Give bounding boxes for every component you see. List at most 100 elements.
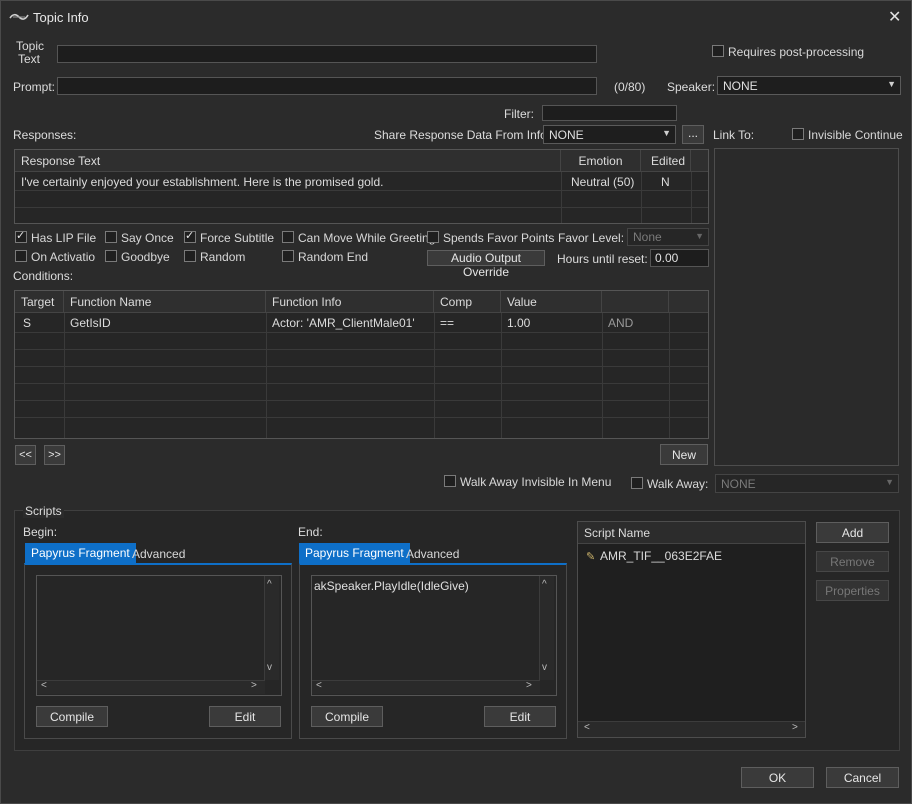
prompt-input[interactable] bbox=[57, 77, 597, 95]
column-header-function-name[interactable]: Function Name bbox=[64, 291, 266, 313]
condition-comp-cell[interactable]: == bbox=[434, 315, 454, 332]
condition-function-name-cell[interactable]: GetIsID bbox=[64, 315, 111, 332]
column-header-value[interactable]: Value bbox=[501, 291, 602, 313]
conditions-grid[interactable]: Target Function Name Function Info Comp … bbox=[14, 290, 709, 439]
add-script-button[interactable]: Add bbox=[816, 522, 889, 543]
checkbox-label: Spends Favor Points bbox=[443, 231, 555, 245]
ok-button[interactable]: OK bbox=[741, 767, 814, 788]
end-compile-button[interactable]: Compile bbox=[311, 706, 383, 727]
begin-code-editor[interactable] bbox=[36, 575, 282, 696]
scroll-right-icon[interactable]: > bbox=[526, 680, 532, 691]
script-name: AMR_TIF__063E2FAE bbox=[600, 549, 723, 563]
checkbox-box[interactable] bbox=[184, 229, 196, 243]
end-tab-advanced[interactable]: Advanced bbox=[400, 544, 465, 564]
column-header-andor[interactable] bbox=[602, 291, 669, 313]
goodbye-checkbox[interactable]: Goodbye bbox=[105, 250, 170, 264]
say-once-checkbox[interactable]: Say Once bbox=[105, 231, 174, 245]
checkbox-box[interactable] bbox=[427, 231, 439, 243]
script-list[interactable]: Script Name ✎ AMR_TIF__063E2FAE < > bbox=[577, 521, 806, 738]
scroll-right-icon[interactable]: > bbox=[251, 680, 257, 691]
scroll-down-icon[interactable]: v bbox=[267, 662, 272, 673]
walk-away-select[interactable]: NONE ▼ bbox=[715, 474, 899, 493]
cancel-button[interactable]: Cancel bbox=[826, 767, 899, 788]
random-checkbox[interactable]: Random bbox=[184, 250, 245, 264]
scroll-down-icon[interactable]: v bbox=[542, 662, 547, 673]
column-header-target[interactable]: Target bbox=[15, 291, 64, 313]
column-header-comp[interactable]: Comp bbox=[434, 291, 501, 313]
invisible-continue-checkbox[interactable]: Invisible Continue bbox=[792, 128, 903, 142]
end-edit-button[interactable]: Edit bbox=[484, 706, 556, 727]
condition-function-info-cell[interactable]: Actor: 'AMR_ClientMale01' bbox=[266, 315, 415, 332]
favor-level-select[interactable]: None ▼ bbox=[627, 228, 709, 246]
responses-grid[interactable]: Response Text Emotion Edited I've certai… bbox=[14, 149, 709, 224]
filter-input[interactable] bbox=[542, 105, 677, 121]
column-header-script-name[interactable]: Script Name bbox=[578, 522, 805, 544]
checkbox-box[interactable] bbox=[15, 229, 27, 243]
walk-away-checkbox[interactable]: Walk Away: bbox=[631, 477, 708, 491]
checkbox-label: Force Subtitle bbox=[200, 231, 275, 245]
checkbox-label: Has LIP File bbox=[31, 231, 97, 245]
audio-output-override-button[interactable]: Audio Output Override bbox=[427, 250, 545, 279]
prev-button[interactable]: << bbox=[15, 445, 36, 465]
end-tab-papyrus-fragment[interactable]: Papyrus Fragment bbox=[299, 543, 410, 563]
checkbox-box[interactable] bbox=[282, 250, 294, 262]
condition-value-cell[interactable]: 1.00 bbox=[501, 315, 530, 332]
force-subtitle-checkbox[interactable]: Force Subtitle bbox=[184, 229, 275, 245]
responses-label: Responses: bbox=[13, 128, 77, 142]
new-condition-button[interactable]: New bbox=[660, 444, 708, 465]
column-header-response-text[interactable]: Response Text bbox=[15, 150, 561, 172]
scroll-left-icon[interactable]: < bbox=[316, 680, 322, 691]
speaker-select[interactable]: NONE ▼ bbox=[717, 76, 901, 95]
condition-andor-cell[interactable]: AND bbox=[602, 315, 633, 332]
script-list-horizontal-scrollbar[interactable] bbox=[578, 721, 805, 737]
begin-edit-button[interactable]: Edit bbox=[209, 706, 281, 727]
checkbox-box[interactable] bbox=[105, 231, 117, 243]
requires-post-processing-checkbox[interactable]: Requires post-processing bbox=[712, 45, 864, 59]
speaker-label: Speaker: bbox=[667, 80, 716, 94]
checkbox-box[interactable] bbox=[792, 128, 804, 140]
column-header-edited[interactable]: Edited bbox=[641, 150, 691, 172]
filter-label: Filter: bbox=[504, 107, 534, 121]
end-code-text: akSpeaker.PlayIdle(IdleGive) bbox=[314, 579, 469, 593]
has-lip-file-checkbox[interactable]: Has LIP File bbox=[15, 229, 97, 245]
checkbox-box[interactable] bbox=[444, 475, 456, 487]
column-header-function-info[interactable]: Function Info bbox=[266, 291, 434, 313]
checkbox-box[interactable] bbox=[712, 45, 724, 57]
begin-compile-button[interactable]: Compile bbox=[36, 706, 108, 727]
end-code-editor[interactable]: akSpeaker.PlayIdle(IdleGive) bbox=[311, 575, 557, 696]
checkbox-box[interactable] bbox=[184, 250, 196, 262]
scroll-up-icon[interactable]: ^ bbox=[542, 579, 547, 590]
begin-tab-advanced[interactable]: Advanced bbox=[126, 544, 191, 564]
condition-target-cell[interactable]: S bbox=[17, 315, 31, 332]
script-list-item[interactable]: ✎ AMR_TIF__063E2FAE bbox=[580, 548, 722, 565]
column-header-emotion[interactable]: Emotion bbox=[561, 150, 641, 172]
can-move-while-greeting-checkbox[interactable]: Can Move While Greeting bbox=[282, 231, 435, 245]
random-end-checkbox[interactable]: Random End bbox=[282, 250, 368, 264]
hours-until-reset-input[interactable]: 0.00 bbox=[650, 249, 709, 267]
on-activation-checkbox[interactable]: On Activation bbox=[15, 250, 95, 264]
checkbox-box[interactable] bbox=[105, 250, 117, 262]
checkbox-box[interactable] bbox=[15, 250, 27, 262]
scroll-right-icon[interactable]: > bbox=[792, 722, 798, 733]
walk-away-invisible-checkbox[interactable]: Walk Away Invisible In Menu bbox=[444, 475, 611, 489]
link-to-list[interactable] bbox=[714, 148, 899, 466]
checkbox-box[interactable] bbox=[631, 477, 643, 489]
topic-text-input[interactable] bbox=[57, 45, 597, 63]
end-horizontal-scrollbar[interactable] bbox=[312, 680, 540, 694]
scroll-left-icon[interactable]: < bbox=[41, 680, 47, 691]
begin-horizontal-scrollbar[interactable] bbox=[37, 680, 265, 694]
checkbox-box[interactable] bbox=[282, 231, 294, 243]
remove-script-button[interactable]: Remove bbox=[816, 551, 889, 572]
scroll-left-icon[interactable]: < bbox=[584, 722, 590, 733]
close-icon[interactable]: ✕ bbox=[888, 7, 901, 27]
response-edited-cell[interactable]: N bbox=[641, 174, 691, 191]
share-response-more-button[interactable]: ... bbox=[682, 125, 704, 144]
response-emotion-cell[interactable]: Neutral (50) bbox=[561, 174, 641, 191]
script-properties-button[interactable]: Properties bbox=[816, 580, 889, 601]
response-text-cell[interactable]: I've certainly enjoyed your establishmen… bbox=[15, 174, 561, 191]
next-button[interactable]: >> bbox=[44, 445, 65, 465]
scroll-up-icon[interactable]: ^ bbox=[267, 579, 272, 590]
begin-tab-papyrus-fragment[interactable]: Papyrus Fragment bbox=[25, 543, 136, 563]
spends-favor-points-checkbox[interactable]: Spends Favor Points bbox=[427, 231, 554, 245]
share-response-select[interactable]: NONE ▼ bbox=[543, 125, 676, 144]
